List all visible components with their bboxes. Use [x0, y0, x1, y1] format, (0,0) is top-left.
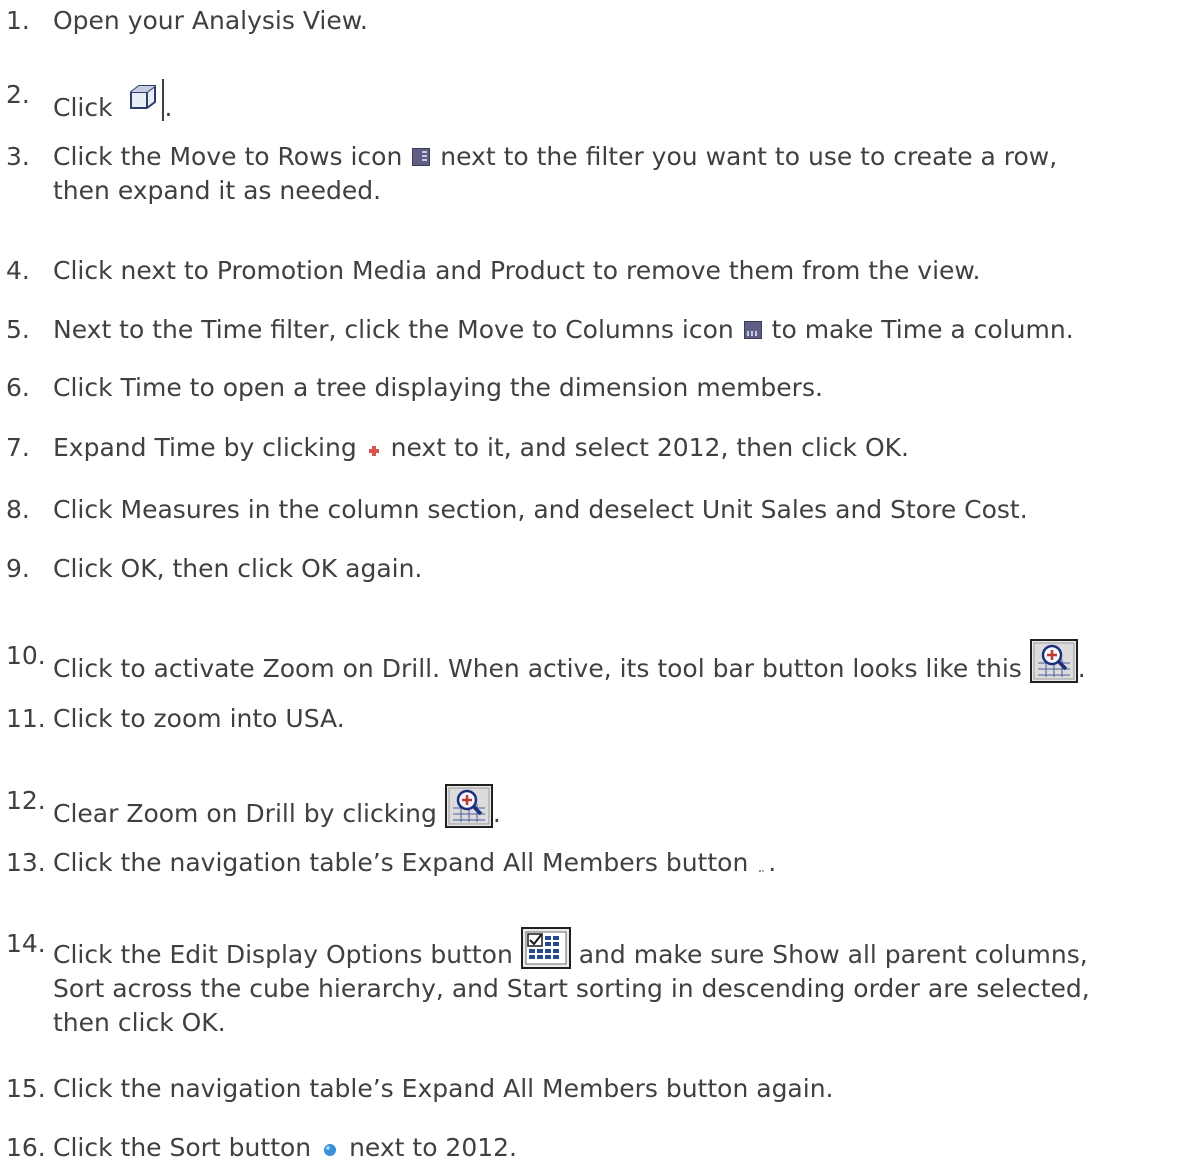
move-to-rows-icon: [412, 148, 431, 166]
step-body: Click .: [53, 78, 1184, 125]
step-text: Click the Edit Display Options button: [53, 940, 513, 969]
step-2: 2. Click .: [0, 78, 1184, 125]
step-text: and make sure Show all parent columns,: [578, 940, 1088, 969]
step-text-end: .: [1077, 654, 1086, 683]
step-text: Click the Sort button: [53, 1133, 312, 1162]
step-text: Next to the Time filter, click the Move …: [53, 315, 734, 344]
step-number: 7.: [6, 433, 30, 462]
step-text: Clear Zoom on Drill by clicking: [53, 799, 437, 828]
step-text: Click OK, then click OK again.: [53, 554, 423, 583]
step-body: Click the Move to Rows icon next to the …: [53, 140, 1184, 208]
edit-display-options-icon: [520, 927, 571, 969]
step-5: 5. Next to the Time filter, click the Mo…: [0, 313, 1184, 347]
step-number: 5.: [6, 315, 30, 344]
step-text: Click to activate Zoom on Drill. When ac…: [53, 654, 1022, 683]
step-number: 12.: [6, 786, 46, 815]
step-text: Click Measures in the column section, an…: [53, 495, 1028, 524]
step-3: 3. Click the Move to Rows icon next to t…: [0, 140, 1184, 208]
step-text-end: .: [768, 848, 777, 877]
step-body: Expand Time by clicking next to it, and …: [53, 431, 1184, 465]
step-text: next to 2012.: [349, 1133, 518, 1162]
step-6: 6. Click Time to open a tree displaying …: [0, 371, 1184, 405]
step-body: Click the navigation table’s Expand All …: [53, 846, 1184, 880]
step-line: Sort across the cube hierarchy, and Star…: [53, 974, 1090, 1003]
step-text: Click: [53, 93, 113, 122]
step-text: Open your Analysis View.: [53, 6, 368, 35]
step-number: 14.: [6, 929, 46, 958]
step-line: then expand it as needed.: [53, 176, 382, 205]
step-number: 10.: [6, 641, 46, 670]
sort-icon: [322, 1133, 338, 1156]
step-16: 16. Click the Sort button next to 2012.: [0, 1131, 1184, 1165]
step-number: 4.: [6, 256, 30, 285]
move-to-columns-icon: [743, 321, 762, 339]
step-line: Click the Move to Rows icon next to the …: [53, 140, 1184, 174]
step-8: 8. Click Measures in the column section,…: [0, 493, 1184, 527]
step-number: 11.: [6, 704, 46, 733]
step-text: Click Time to open a tree displaying the…: [53, 373, 823, 402]
step-text: next to the filter you want to use to cr…: [440, 142, 1058, 171]
step-body: Clear Zoom on Drill by clicking .: [53, 784, 1184, 831]
expand-all-members-icon: [758, 850, 766, 872]
zoom-on-drill-icon: [1029, 639, 1078, 683]
step-number: 1.: [6, 6, 30, 35]
step-number: 9.: [6, 554, 30, 583]
step-11: 11. Click to zoom into USA.: [0, 702, 1184, 736]
step-number: 2.: [6, 80, 30, 109]
step-line: Click the Edit Display Options button an…: [53, 927, 1184, 972]
step-number: 6.: [6, 373, 30, 402]
step-number: 16.: [6, 1133, 46, 1162]
step-text: Click the Move to Rows icon: [53, 142, 403, 171]
step-body: Next to the Time filter, click the Move …: [53, 313, 1184, 347]
step-text: Click the navigation table’s Expand All …: [53, 1074, 834, 1103]
cube-icon: [120, 78, 165, 122]
step-text-end: .: [164, 93, 173, 122]
expand-plus-icon: [368, 432, 380, 456]
step-text-end: .: [492, 799, 501, 828]
zoom-on-drill-icon: [444, 784, 493, 828]
step-13: 13. Click the navigation table’s Expand …: [0, 846, 1184, 880]
step-text: next to it, and select 2012, then click …: [390, 433, 909, 462]
step-number: 13.: [6, 848, 46, 877]
step-text: to make Time a column.: [771, 315, 1074, 344]
step-body: Click the Edit Display Options button an…: [53, 927, 1184, 1040]
step-9: 9. Click OK, then click OK again.: [0, 552, 1184, 586]
step-1: 1. Open your Analysis View.: [0, 4, 1184, 38]
step-10: 10. Click to activate Zoom on Drill. Whe…: [0, 639, 1184, 686]
step-number: 3.: [6, 142, 30, 171]
step-text: Click the navigation table’s Expand All …: [53, 848, 749, 877]
step-4: 4. Click next to Promotion Media and Pro…: [0, 254, 1184, 288]
step-15: 15. Click the navigation table’s Expand …: [0, 1072, 1184, 1106]
step-12: 12. Clear Zoom on Drill by clicking .: [0, 784, 1184, 831]
step-text: Click next to Promotion Media and Produc…: [53, 256, 981, 285]
step-number: 15.: [6, 1074, 46, 1103]
step-text: Click to zoom into USA.: [53, 704, 345, 733]
step-number: 8.: [6, 495, 30, 524]
step-14: 14. Click the Edit Display Options butto…: [0, 927, 1184, 1040]
step-text: Expand Time by clicking: [53, 433, 357, 462]
procedure-steps: 1. Open your Analysis View. 2. Click . 3…: [0, 0, 1184, 1167]
step-body: Click the Sort button next to 2012.: [53, 1131, 1184, 1165]
step-line: then click OK.: [53, 1008, 226, 1037]
step-7: 7. Expand Time by clicking next to it, a…: [0, 431, 1184, 465]
step-body: Click to activate Zoom on Drill. When ac…: [53, 639, 1184, 686]
